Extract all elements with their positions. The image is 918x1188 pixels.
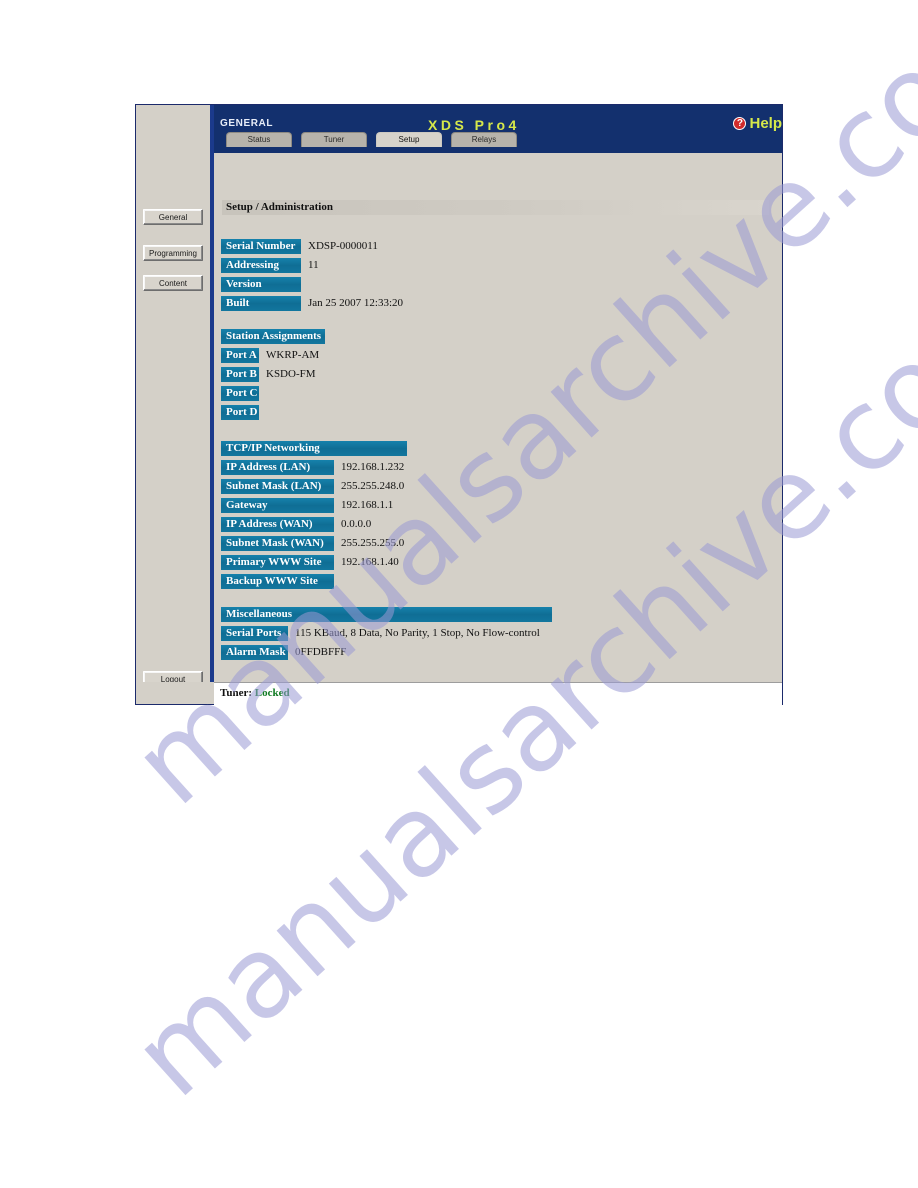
page-title: Setup / Administration — [226, 201, 333, 213]
field-label: Built — [221, 296, 301, 311]
field-label: Backup WWW Site — [221, 574, 334, 589]
main-content: Setup / Administration Serial Number XDS… — [214, 153, 782, 682]
help-link[interactable]: ? Help — [733, 115, 782, 132]
question-mark-icon: ? — [733, 117, 747, 130]
field-row-alarm-mask: Alarm Mask 0FFDBFFF — [221, 645, 552, 660]
field-value: 115 KBaud, 8 Data, No Parity, 1 Stop, No… — [295, 627, 540, 639]
field-value: 255.255.255.0 — [341, 537, 405, 549]
tuner-status-value: Locked — [254, 687, 290, 699]
field-row-port-b: Port B KSDO-FM — [221, 367, 325, 382]
group-tcpip-networking: TCP/IP Networking IP Address (LAN) 192.1… — [221, 441, 407, 593]
field-label: Addressing — [221, 258, 301, 273]
sidebar: General Programming Content Logout — [136, 105, 210, 704]
field-value: 192.168.1.40 — [341, 556, 399, 568]
field-value: KSDO-FM — [266, 368, 316, 380]
field-row-backup-www-site: Backup WWW Site — [221, 574, 407, 589]
field-label: IP Address (LAN) — [221, 460, 334, 475]
field-label: Port D — [221, 405, 259, 420]
status-bar: Tuner: Locked — [214, 682, 782, 705]
tab-relays[interactable]: Relays — [451, 132, 517, 147]
header-system-label: GENERAL — [220, 118, 274, 129]
sidebar-item-programming[interactable]: Programming — [143, 245, 203, 261]
group-header-station-assignments: Station Assignments — [221, 329, 325, 344]
footer-sidebar-filler — [136, 682, 214, 704]
field-row-subnet-mask-wan: Subnet Mask (WAN) 255.255.255.0 — [221, 536, 407, 551]
field-label: Subnet Mask (LAN) — [221, 479, 334, 494]
tab-bar: Status Tuner Setup Relays — [226, 132, 526, 147]
field-value: 11 — [308, 259, 319, 271]
sidebar-item-general[interactable]: General — [143, 209, 203, 225]
field-label: Subnet Mask (WAN) — [221, 536, 334, 551]
field-label: Serial Ports — [221, 626, 288, 641]
tab-status[interactable]: Status — [226, 132, 292, 147]
field-label: Port B — [221, 367, 259, 382]
group-device-info: Serial Number XDSP-0000011 Addressing 11… — [221, 239, 403, 315]
field-row-ip-address-wan: IP Address (WAN) 0.0.0.0 — [221, 517, 407, 532]
tab-setup[interactable]: Setup — [376, 132, 442, 147]
field-value: 255.255.248.0 — [341, 480, 405, 492]
group-header-tcpip-networking: TCP/IP Networking — [221, 441, 407, 456]
field-row-port-d: Port D — [221, 405, 325, 420]
field-value: 192.168.1.232 — [341, 461, 405, 473]
field-value: 0FFDBFFF — [295, 646, 347, 658]
tab-tuner[interactable]: Tuner — [301, 132, 367, 147]
field-label: Port A — [221, 348, 259, 363]
field-row-subnet-mask-lan: Subnet Mask (LAN) 255.255.248.0 — [221, 479, 407, 494]
app-header: GENERAL XDS Pro4 ? Help Status Tuner Set… — [214, 105, 782, 153]
field-row-primary-www-site: Primary WWW Site 192.168.1.40 — [221, 555, 407, 570]
field-label: Alarm Mask — [221, 645, 288, 660]
tuner-status: Tuner: Locked — [220, 687, 290, 699]
field-row-serial-number: Serial Number XDSP-0000011 — [221, 239, 403, 254]
help-label: Help — [749, 115, 782, 132]
group-miscellaneous: Miscellaneous Serial Ports 115 KBaud, 8 … — [221, 607, 552, 664]
field-label: Serial Number — [221, 239, 301, 254]
tuner-status-label: Tuner: — [220, 687, 252, 699]
brand-title: XDS Pro4 — [428, 117, 520, 133]
field-value: 192.168.1.1 — [341, 499, 394, 511]
field-value: 0.0.0.0 — [341, 518, 372, 530]
field-row-port-a: Port A WKRP-AM — [221, 348, 325, 363]
xds-pro4-web-interface: General Programming Content Logout GENER… — [135, 104, 783, 705]
field-label: Version — [221, 277, 301, 292]
field-row-gateway: Gateway 192.168.1.1 — [221, 498, 407, 513]
field-label: Gateway — [221, 498, 334, 513]
group-station-assignments: Station Assignments Port A WKRP-AM Port … — [221, 329, 325, 424]
field-row-addressing: Addressing 11 — [221, 258, 403, 273]
field-value: WKRP-AM — [266, 349, 320, 361]
field-row-built: Built Jan 25 2007 12:33:20 — [221, 296, 403, 311]
field-row-port-c: Port C — [221, 386, 325, 401]
field-label: IP Address (WAN) — [221, 517, 334, 532]
group-header-miscellaneous: Miscellaneous — [221, 607, 552, 622]
field-row-serial-ports: Serial Ports 115 KBaud, 8 Data, No Parit… — [221, 626, 552, 641]
field-row-ip-address-lan: IP Address (LAN) 192.168.1.232 — [221, 460, 407, 475]
sidebar-item-content[interactable]: Content — [143, 275, 203, 291]
field-label: Primary WWW Site — [221, 555, 334, 570]
field-label: Port C — [221, 386, 259, 401]
field-value: XDSP-0000011 — [308, 240, 378, 252]
field-row-version: Version — [221, 277, 403, 292]
field-value: Jan 25 2007 12:33:20 — [308, 297, 404, 309]
